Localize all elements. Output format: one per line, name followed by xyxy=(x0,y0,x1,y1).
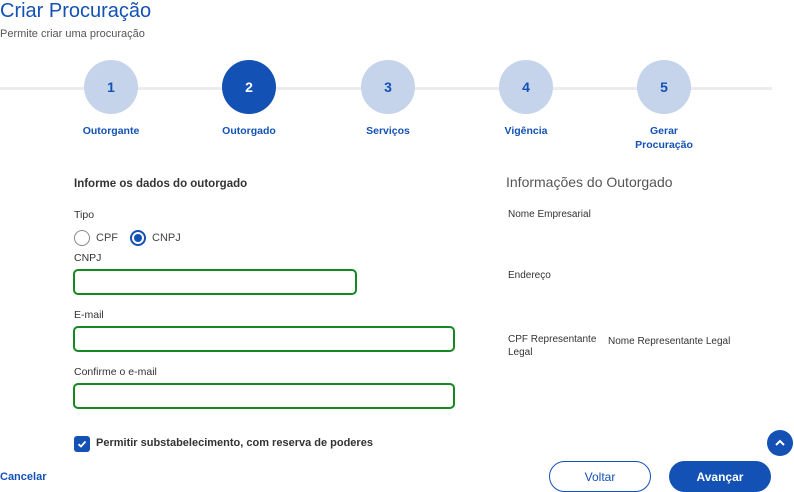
step-number: 2 xyxy=(222,60,276,114)
step-gerar-procuracao[interactable]: 5 Gerar Procuração xyxy=(624,60,704,152)
step-number: 4 xyxy=(499,60,553,114)
substabelecimento-label[interactable]: Permitir substabelecimento, com reserva … xyxy=(96,437,373,449)
step-label: Serviços xyxy=(366,125,410,137)
page-subtitle: Permite criar uma procuração xyxy=(0,28,145,40)
check-icon xyxy=(77,440,87,448)
step-label: Outorgado xyxy=(222,125,276,137)
nome-representante-label: Nome Representante Legal xyxy=(608,336,731,347)
form-section-title: Informe os dados do outorgado xyxy=(74,178,248,190)
chevron-up-icon xyxy=(775,439,785,446)
step-number: 5 xyxy=(637,60,691,114)
page-title: Criar Procuração xyxy=(0,0,152,22)
step-number: 3 xyxy=(361,60,415,114)
step-label: Vigência xyxy=(504,125,548,137)
back-button[interactable]: Voltar xyxy=(549,461,651,492)
radio-cnpj[interactable] xyxy=(130,230,146,246)
info-title: Informações do Outorgado xyxy=(506,174,673,190)
radio-cnpj-label[interactable]: CNPJ xyxy=(152,232,181,244)
radio-cpf-label[interactable]: CPF xyxy=(96,232,118,244)
cnpj-label: CNPJ xyxy=(74,252,102,264)
cnpj-input[interactable] xyxy=(73,269,357,295)
cpf-representante-label: CPF Representante Legal xyxy=(508,334,597,358)
tipo-label: Tipo xyxy=(74,209,95,221)
step-servicos[interactable]: 3 Serviços xyxy=(333,60,443,138)
tipo-radio-group: CPF CNPJ xyxy=(74,230,193,246)
email-input[interactable] xyxy=(73,326,455,352)
nome-empresarial-label: Nome Empresarial xyxy=(508,209,591,220)
step-vigencia[interactable]: 4 Vigência xyxy=(471,60,581,138)
step-label: Outorgante xyxy=(82,125,140,137)
confirm-email-label: Confirme o e-mail xyxy=(74,366,157,378)
step-outorgante[interactable]: 1 Outorgante xyxy=(56,60,166,138)
radio-cpf[interactable] xyxy=(74,230,90,246)
step-outorgado[interactable]: 2 Outorgado xyxy=(194,60,304,138)
cancel-link[interactable]: Cancelar xyxy=(0,471,46,483)
step-number: 1 xyxy=(84,60,138,114)
endereco-label: Endereço xyxy=(508,270,551,281)
substabelecimento-checkbox[interactable] xyxy=(74,436,90,452)
step-label: Gerar Procuração xyxy=(635,125,693,151)
next-button[interactable]: Avançar xyxy=(669,461,771,492)
confirm-email-input[interactable] xyxy=(73,383,455,409)
scroll-top-button[interactable] xyxy=(767,430,793,456)
email-label: E-mail xyxy=(74,309,104,321)
